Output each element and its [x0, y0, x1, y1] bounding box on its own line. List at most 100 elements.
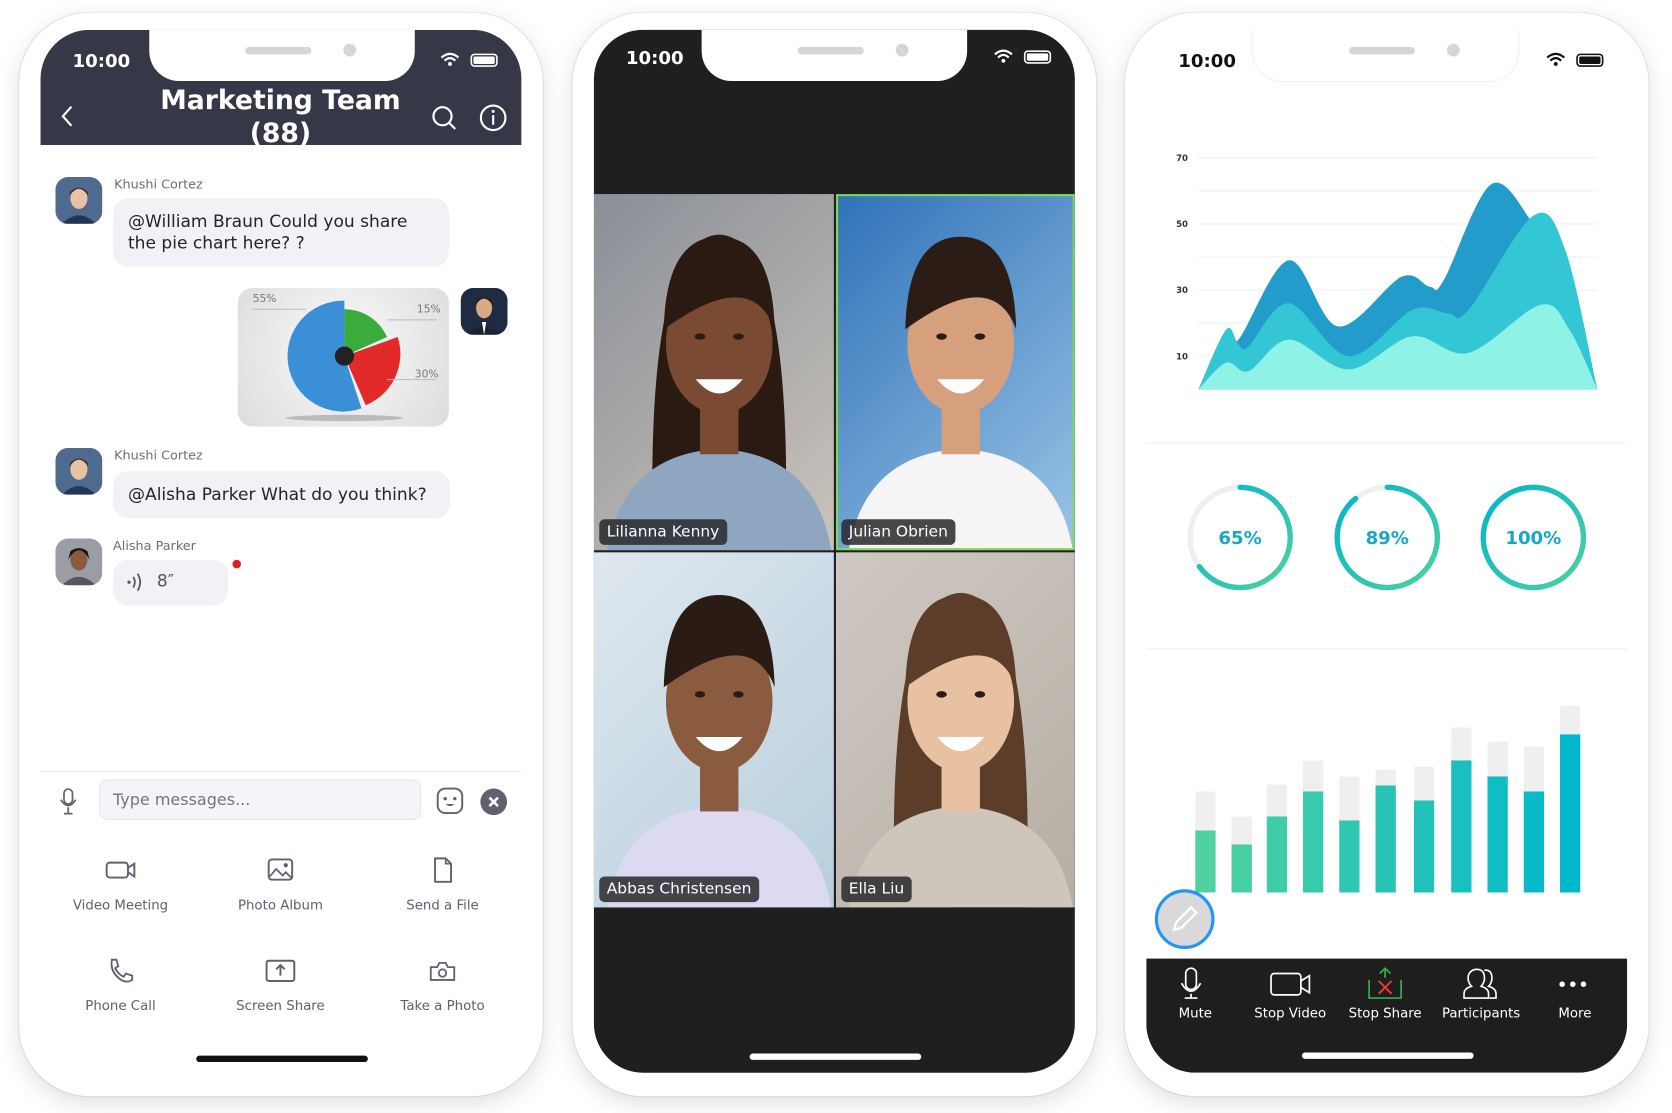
y-tick-label: 70 — [1176, 154, 1188, 164]
ring-label: 65% — [1218, 528, 1261, 549]
bar — [1303, 791, 1324, 893]
toolbar-label: Stop Share — [1348, 1004, 1422, 1021]
camera-icon — [429, 961, 456, 981]
action-photo-album[interactable]: Photo Album — [200, 856, 360, 913]
action-label: Take a Photo — [400, 996, 485, 1013]
back-icon[interactable] — [60, 104, 75, 127]
search-icon[interactable] — [431, 104, 459, 132]
voice-duration: 8″ — [156, 570, 175, 591]
action-send-a-file[interactable]: Send a File — [363, 856, 522, 913]
phone-share: 10:00 70 50 30 10 65% 89% 100% Mute Stop Vid… — [1124, 12, 1649, 1097]
action-screen-share[interactable]: Screen Share — [200, 956, 360, 1013]
toolbar-label: More — [1558, 1004, 1592, 1021]
participant-name: Lilianna Kenny — [599, 519, 727, 545]
info-icon[interactable] — [479, 103, 508, 132]
battery-icon — [1023, 50, 1052, 64]
microphone-icon[interactable] — [58, 788, 79, 816]
wifi-icon — [994, 49, 1013, 63]
video-camera-icon — [105, 861, 136, 879]
action-label: Send a File — [406, 896, 479, 913]
participants-icon — [1463, 968, 1497, 999]
status-time: 10:00 — [625, 47, 684, 70]
progress-ring: 89% — [1334, 484, 1441, 591]
meeting-screen: 10:00 Lilianna Kenny Julian Obrien Abbas… — [593, 29, 1075, 1073]
divider — [1146, 442, 1628, 444]
status-icons — [994, 49, 1052, 64]
progress-ring: 65% — [1187, 484, 1293, 591]
avatar-alisha[interactable] — [55, 538, 103, 586]
battery-icon — [470, 53, 498, 67]
video-tile[interactable]: Abbas Christensen — [593, 552, 834, 908]
action-phone-call[interactable]: Phone Call — [41, 956, 201, 1013]
toolbar-label: Participants — [1441, 1004, 1521, 1021]
action-label: Screen Share — [236, 996, 325, 1013]
ring-label: 89% — [1366, 528, 1409, 549]
bar — [1559, 734, 1581, 893]
bar — [1451, 760, 1472, 893]
video-camera-icon — [1270, 972, 1311, 996]
screen-share-icon — [265, 959, 296, 982]
bar — [1231, 844, 1252, 893]
status-time: 10:00 — [72, 51, 131, 73]
pencil-icon — [1172, 905, 1199, 932]
chat-screen: Marketing Team (88) 10:00 Khushi Cortez … — [40, 29, 522, 1073]
bar — [1266, 816, 1288, 893]
toolbar-mute[interactable]: Mute — [1147, 959, 1243, 1021]
annotate-button[interactable] — [1154, 889, 1215, 950]
voice-message[interactable]: 8″ — [113, 559, 229, 606]
phone-icon — [110, 958, 134, 983]
sender-name: Khushi Cortez — [114, 177, 203, 192]
action-label: Phone Call — [85, 996, 156, 1013]
video-tile[interactable]: Lilianna Kenny — [593, 194, 834, 551]
bar — [1195, 830, 1216, 893]
toolbar-stop-share[interactable]: Stop Share — [1337, 959, 1433, 1021]
participant-video — [607, 594, 832, 908]
message-bubble[interactable]: @William Braun Could you share the pie c… — [113, 198, 449, 267]
bar — [1375, 785, 1396, 893]
toolbar-label: Stop Video — [1254, 1004, 1327, 1021]
notch — [701, 29, 968, 82]
meeting-toolbar: Mute Stop Video Stop Share Participants More — [1146, 958, 1628, 1073]
pie-label-55: 55% — [253, 292, 277, 305]
microphone-icon — [1180, 967, 1202, 999]
sender-name: Khushi Cortez — [114, 447, 203, 463]
pie-chart-attachment[interactable]: 55% 15% 30% — [237, 287, 449, 427]
bar — [1413, 800, 1435, 893]
file-icon — [434, 857, 453, 883]
participant-video — [607, 234, 832, 551]
avatar-william[interactable] — [460, 287, 508, 335]
status-icons — [440, 52, 498, 67]
message-bubble[interactable]: @Alisha Parker What do you think? — [113, 471, 450, 519]
notch — [149, 29, 415, 82]
toolbar-more[interactable]: More — [1527, 959, 1623, 1021]
toolbar-stop-video[interactable]: Stop Video — [1242, 959, 1338, 1021]
bar — [1523, 791, 1545, 893]
video-tile[interactable]: Ella Liu — [835, 552, 1075, 908]
participant-name: Ella Liu — [841, 876, 912, 903]
y-tick-label: 30 — [1176, 286, 1188, 296]
sender-name: Alisha Parker — [113, 538, 196, 554]
divider — [40, 770, 522, 773]
pie-label-15: 15% — [417, 302, 441, 315]
pie-chart-image: 55% 15% 30% — [253, 292, 441, 422]
home-indicator — [749, 1053, 922, 1060]
close-panel-icon[interactable] — [480, 788, 508, 816]
bar — [1339, 820, 1360, 893]
action-take-a-photo[interactable]: Take a Photo — [363, 956, 522, 1013]
toolbar-participants[interactable]: Participants — [1433, 959, 1529, 1021]
area-chart: 70 50 30 10 — [1176, 154, 1598, 390]
video-tile[interactable]: Julian Obrien — [835, 194, 1075, 551]
y-tick-label: 50 — [1176, 220, 1188, 230]
bar — [1487, 776, 1508, 893]
avatar-khushi[interactable] — [55, 177, 103, 224]
y-tick-label: 10 — [1176, 352, 1188, 362]
bar-chart — [1195, 705, 1581, 893]
emoji-icon[interactable] — [436, 787, 464, 815]
toolbar-label: Mute — [1178, 1004, 1213, 1021]
message-input[interactable] — [99, 779, 422, 820]
phone-chat: Marketing Team (88) 10:00 Khushi Cortez … — [19, 12, 543, 1097]
action-video-meeting[interactable]: Video Meeting — [41, 856, 201, 913]
avatar-khushi[interactable] — [55, 447, 103, 495]
stop-share-icon — [1368, 967, 1402, 999]
participant-name: Julian Obrien — [841, 519, 956, 545]
